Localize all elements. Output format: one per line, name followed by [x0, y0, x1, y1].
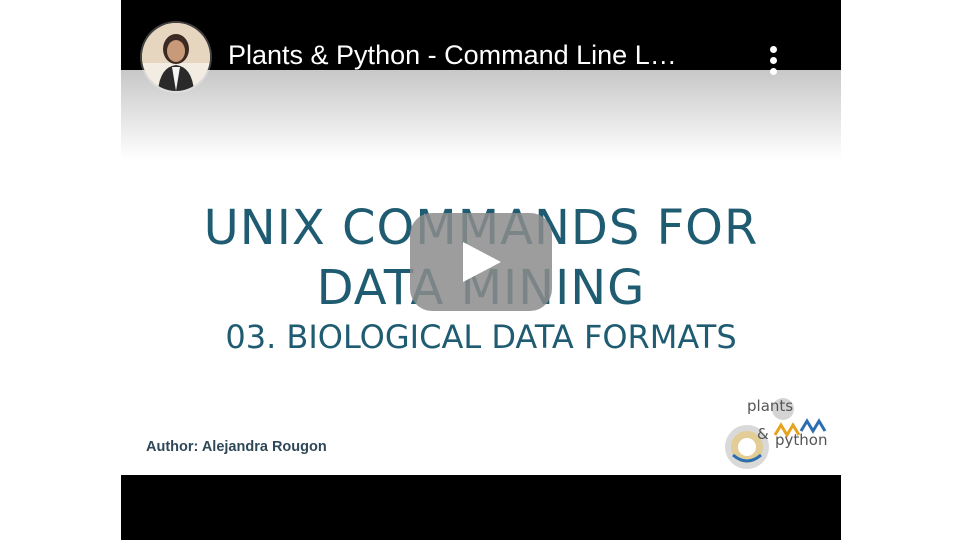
slide-author: Author: Alejandra Rougon [146, 439, 327, 455]
menu-dot [770, 57, 777, 64]
more-vert-icon[interactable] [761, 40, 787, 80]
logo-word-plants: plants [747, 397, 794, 415]
channel-avatar[interactable] [142, 23, 210, 91]
menu-dot [770, 68, 777, 75]
play-button[interactable] [410, 213, 552, 311]
slide-subtitle: 03. BIOLOGICAL DATA FORMATS [225, 318, 737, 356]
avatar-icon [142, 23, 210, 91]
plants-python-logo: plants & python [719, 395, 835, 473]
play-icon [463, 242, 501, 282]
top-gradient [121, 70, 841, 160]
video-header: Plants & Python - Command Line L… [121, 0, 841, 91]
menu-dot [770, 46, 777, 53]
video-player[interactable]: UNIX COMMANDS FOR DATA MINING 03. BIOLOG… [121, 0, 841, 540]
logo-word-python: python [775, 431, 828, 449]
video-title[interactable]: Plants & Python - Command Line L… [228, 40, 728, 71]
logo-word-and: & [757, 425, 769, 443]
